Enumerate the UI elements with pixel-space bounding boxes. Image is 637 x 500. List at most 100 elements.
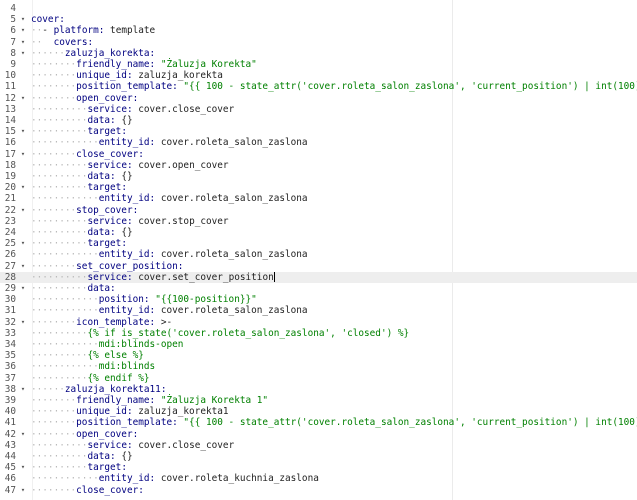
code-line[interactable]: 30 ············position: "{{100-position}… bbox=[0, 294, 637, 305]
code-line[interactable]: 29 ▾ ··········data: bbox=[0, 283, 637, 294]
line-number: 7 bbox=[10, 36, 16, 48]
line-text: ········friendly_name: "Żaluzja Korekta … bbox=[31, 395, 268, 406]
line-number: 32 bbox=[4, 316, 16, 328]
code-line[interactable]: 39 ········friendly_name: "Żaluzja Korekt… bbox=[0, 395, 637, 406]
code-line[interactable]: 27 ▾ ········set_cover_position: bbox=[0, 261, 637, 272]
code-line[interactable]: 34 ············mdi:blinds-open bbox=[0, 339, 637, 350]
code-line[interactable]: 5 ▾ cover: bbox=[0, 14, 637, 25]
code-line[interactable]: 24 ··········data: {} bbox=[0, 227, 637, 238]
fold-toggle-icon[interactable]: ▾ bbox=[19, 25, 27, 36]
yaml-key: target: bbox=[87, 182, 127, 194]
fold-toggle-icon[interactable]: ▾ bbox=[19, 384, 27, 395]
yaml-value: cover.stop_cover bbox=[138, 215, 229, 227]
fold-toggle-icon[interactable]: ▾ bbox=[19, 485, 27, 496]
code-line[interactable]: 35 ··········{% else %} bbox=[0, 350, 637, 361]
fold-toggle-icon[interactable]: ▾ bbox=[19, 261, 27, 272]
line-number: 40 bbox=[4, 406, 16, 418]
fold-toggle-icon[interactable]: ▾ bbox=[19, 462, 27, 473]
code-content[interactable]: 4 5 ▾ cover: 6 ▾ ··- platform: template 7 ▾ ·· co… bbox=[0, 0, 637, 500]
fold-toggle-icon[interactable]: ▾ bbox=[19, 149, 27, 160]
code-line[interactable]: 9 ········friendly_name: "Żaluzja Korekta… bbox=[0, 59, 637, 70]
indent-guide: ·········· bbox=[31, 283, 88, 294]
code-line[interactable]: 18 ··········service: cover.open_cover bbox=[0, 160, 637, 171]
fold-toggle-icon[interactable]: ▾ bbox=[19, 429, 27, 440]
code-line[interactable]: 45 ▾ ··········target: bbox=[0, 462, 637, 473]
indent-guide: ·········· bbox=[31, 227, 88, 238]
code-editor[interactable]: 4 5 ▾ cover: 6 ▾ ··- platform: template 7 ▾ ·· co… bbox=[0, 0, 637, 500]
indent-guide: ········ bbox=[31, 59, 77, 70]
code-line[interactable]: 23 ··········service: cover.stop_cover bbox=[0, 216, 637, 227]
code-line[interactable]: 6 ▾ ··- platform: template bbox=[0, 25, 637, 36]
code-line[interactable]: 42 ▾ ········open_cover: bbox=[0, 429, 637, 440]
code-line[interactable]: 17 ▾ ········close_cover: bbox=[0, 149, 637, 160]
code-line[interactable]: 20 ▾ ··········target: bbox=[0, 182, 637, 193]
line-number: 39 bbox=[4, 395, 16, 406]
yaml-key: zaluzja_korekta11: bbox=[64, 383, 167, 395]
yaml-value: cover.set_cover_position bbox=[138, 271, 274, 283]
code-line[interactable]: 12 ▾ ········open_cover: bbox=[0, 93, 637, 104]
line-number: 5 bbox=[10, 14, 16, 26]
indent-guide: ············ bbox=[31, 193, 99, 205]
code-line[interactable]: 21 ············entity_id: cover.roleta_sa… bbox=[0, 193, 637, 204]
yaml-value: {} bbox=[121, 227, 133, 238]
line-text: ············entity_id: cover.roleta_salo… bbox=[31, 193, 308, 204]
line-text: ··········target: bbox=[31, 126, 127, 137]
yaml-key: entity_id: bbox=[98, 193, 161, 205]
indent-guide: ········ bbox=[31, 316, 77, 328]
yaml-key: position: bbox=[98, 294, 156, 306]
line-number: 4 bbox=[10, 3, 16, 14]
code-line[interactable]: 47 ▾ ········close_cover: bbox=[0, 485, 637, 496]
code-line[interactable]: 31 ············entity_id: cover.roleta_sa… bbox=[0, 305, 637, 316]
fold-toggle-icon[interactable]: ▾ bbox=[19, 126, 27, 137]
line-number: 14 bbox=[4, 115, 16, 126]
yaml-key: service: bbox=[87, 215, 139, 227]
code-line[interactable]: 10 ········unique_id: zaluzja_korekta bbox=[0, 70, 637, 81]
code-line[interactable]: 19 ··········data: {} bbox=[0, 171, 637, 182]
code-line[interactable]: 32 ▾ ········icon_template: >- bbox=[0, 317, 637, 328]
code-line[interactable]: 38 ▾ ······zaluzja_korekta11: bbox=[0, 384, 637, 395]
line-text: ············entity_id: cover.roleta_salo… bbox=[31, 137, 308, 148]
code-line[interactable]: 11 ········position_template: "{{ 100 - s… bbox=[0, 81, 637, 92]
indent-guide: ········ bbox=[31, 92, 77, 104]
fold-toggle-icon[interactable]: ▾ bbox=[19, 14, 27, 25]
code-line[interactable]: 43 ··········service: cover.close_cover bbox=[0, 440, 637, 451]
line-text: ··········data: {} bbox=[31, 171, 133, 182]
fold-toggle-icon[interactable]: ▾ bbox=[19, 238, 27, 249]
fold-toggle-icon[interactable]: ▾ bbox=[19, 37, 27, 48]
line-text: ·· covers: bbox=[31, 37, 93, 48]
code-line[interactable]: 44 ··········data: {} bbox=[0, 451, 637, 462]
code-line[interactable]: 14 ··········data: {} bbox=[0, 115, 637, 126]
fold-toggle-icon[interactable]: ▾ bbox=[19, 205, 27, 216]
fold-toggle-icon[interactable]: ▾ bbox=[19, 93, 27, 104]
code-line[interactable]: 25 ▾ ··········target: bbox=[0, 238, 637, 249]
code-line[interactable]: 8 ▾ ······zaluzja_korekta: bbox=[0, 48, 637, 59]
code-line[interactable]: 40 ········unique_id: zaluzja_korekta1 bbox=[0, 406, 637, 417]
fold-toggle-icon[interactable]: ▾ bbox=[19, 317, 27, 328]
fold-toggle-icon[interactable]: ▾ bbox=[19, 48, 27, 59]
code-line[interactable]: 46 ············entity_id: cover.roleta_ku… bbox=[0, 473, 637, 484]
code-line[interactable]: 7 ▾ ·· covers: bbox=[0, 37, 637, 48]
code-line[interactable]: 41 ········position_template: "{{ 100 - s… bbox=[0, 417, 637, 428]
code-line[interactable]: 15 ▾ ··········target: bbox=[0, 126, 637, 137]
code-line[interactable]: 22 ▾ ········stop_cover: bbox=[0, 205, 637, 216]
fold-toggle-icon[interactable]: ▾ bbox=[19, 182, 27, 193]
indent-guide: ········ bbox=[31, 260, 77, 272]
indent-guide: ·········· bbox=[31, 159, 88, 171]
code-line[interactable]: 4 bbox=[0, 3, 637, 14]
code-line[interactable]: 28 ··········service: cover.set_cover_pos… bbox=[0, 271, 637, 283]
code-line[interactable]: 16 ············entity_id: cover.roleta_sa… bbox=[0, 137, 637, 148]
line-text: ········position_template: "{{ 100 - sta… bbox=[31, 417, 637, 428]
yaml-key: position_template: bbox=[76, 81, 184, 93]
line-number: 21 bbox=[4, 193, 16, 205]
line-text: ········stop_cover: bbox=[31, 205, 138, 216]
code-line[interactable]: 33 ··········{% if is_state('cover.roleta… bbox=[0, 328, 637, 339]
indent-guide: ·········· bbox=[31, 372, 88, 384]
code-line[interactable]: 13 ··········service: cover.close_cover bbox=[0, 104, 637, 115]
line-number: 47 bbox=[4, 484, 16, 496]
fold-toggle-icon[interactable]: ▾ bbox=[19, 283, 27, 294]
indent-guide: ············ bbox=[31, 305, 99, 317]
code-line[interactable]: 36 ············mdi:blinds bbox=[0, 361, 637, 372]
code-line[interactable]: 37 ··········{% endif %} bbox=[0, 373, 637, 384]
code-line[interactable]: 26 ············entity_id: cover.roleta_sa… bbox=[0, 249, 637, 260]
yaml-key: entity_id: bbox=[98, 473, 161, 485]
